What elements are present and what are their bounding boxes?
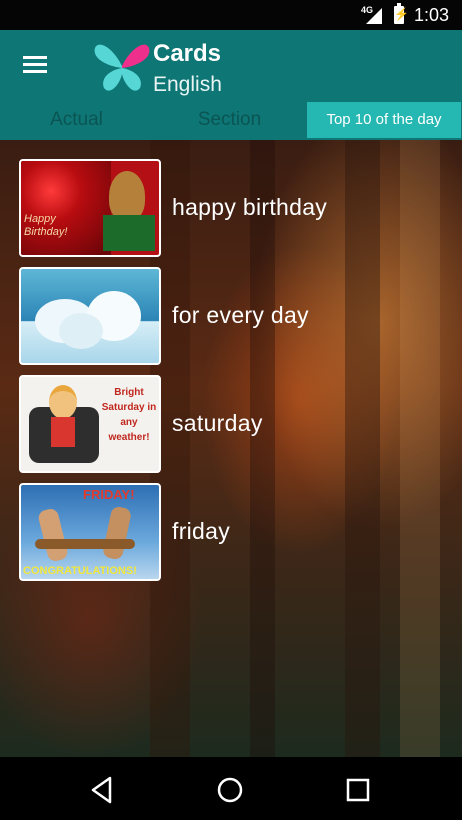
- recents-icon[interactable]: [341, 773, 375, 807]
- status-time: 1:03: [414, 5, 450, 25]
- signal-icon: [366, 8, 382, 24]
- status-bar: 4G 1:03: [0, 0, 462, 30]
- thumbnail-caption-top: FRIDAY!: [83, 487, 135, 502]
- card-list: Happy Birthday! happy birthday for every…: [0, 140, 462, 757]
- thumbnail-caption: Happy Birthday!: [24, 213, 68, 238]
- card-label[interactable]: saturday: [172, 410, 263, 437]
- card-label[interactable]: for every day: [172, 302, 309, 329]
- thumbnail-caption: Bright Saturday in any weather!: [101, 387, 157, 443]
- card-thumbnail[interactable]: Happy Birthday!: [19, 159, 161, 257]
- system-nav-bar: [0, 757, 462, 820]
- app-title: Cards: [153, 40, 222, 67]
- butterfly-logo-icon: [94, 44, 150, 91]
- list-item[interactable]: FRIDAY! CONGRATULATIONS! friday: [0, 464, 462, 581]
- tab-top-10[interactable]: Top 10 of the day: [307, 102, 461, 138]
- thumbnail-caption-bottom: CONGRATULATIONS!: [23, 565, 137, 577]
- language-label[interactable]: English: [153, 73, 222, 97]
- tab-bar: Actual Section Top 10 of the day: [0, 100, 462, 140]
- list-item[interactable]: Bright Saturday in any weather! saturday: [0, 356, 462, 473]
- card-thumbnail[interactable]: [19, 267, 161, 365]
- tab-section[interactable]: Section: [153, 100, 306, 140]
- list-item[interactable]: for every day: [0, 248, 462, 365]
- back-icon[interactable]: [85, 773, 119, 807]
- card-thumbnail[interactable]: FRIDAY! CONGRATULATIONS!: [19, 483, 161, 581]
- card-thumbnail[interactable]: Bright Saturday in any weather!: [19, 375, 161, 473]
- list-item[interactable]: Happy Birthday! happy birthday: [0, 140, 462, 257]
- app-bar: Cards English: [0, 30, 462, 100]
- tab-actual[interactable]: Actual: [0, 100, 153, 140]
- card-label[interactable]: friday: [172, 518, 230, 545]
- battery-icon: [394, 3, 409, 24]
- home-icon[interactable]: [213, 773, 247, 807]
- card-label[interactable]: happy birthday: [172, 194, 327, 221]
- hamburger-menu-icon[interactable]: [23, 56, 47, 74]
